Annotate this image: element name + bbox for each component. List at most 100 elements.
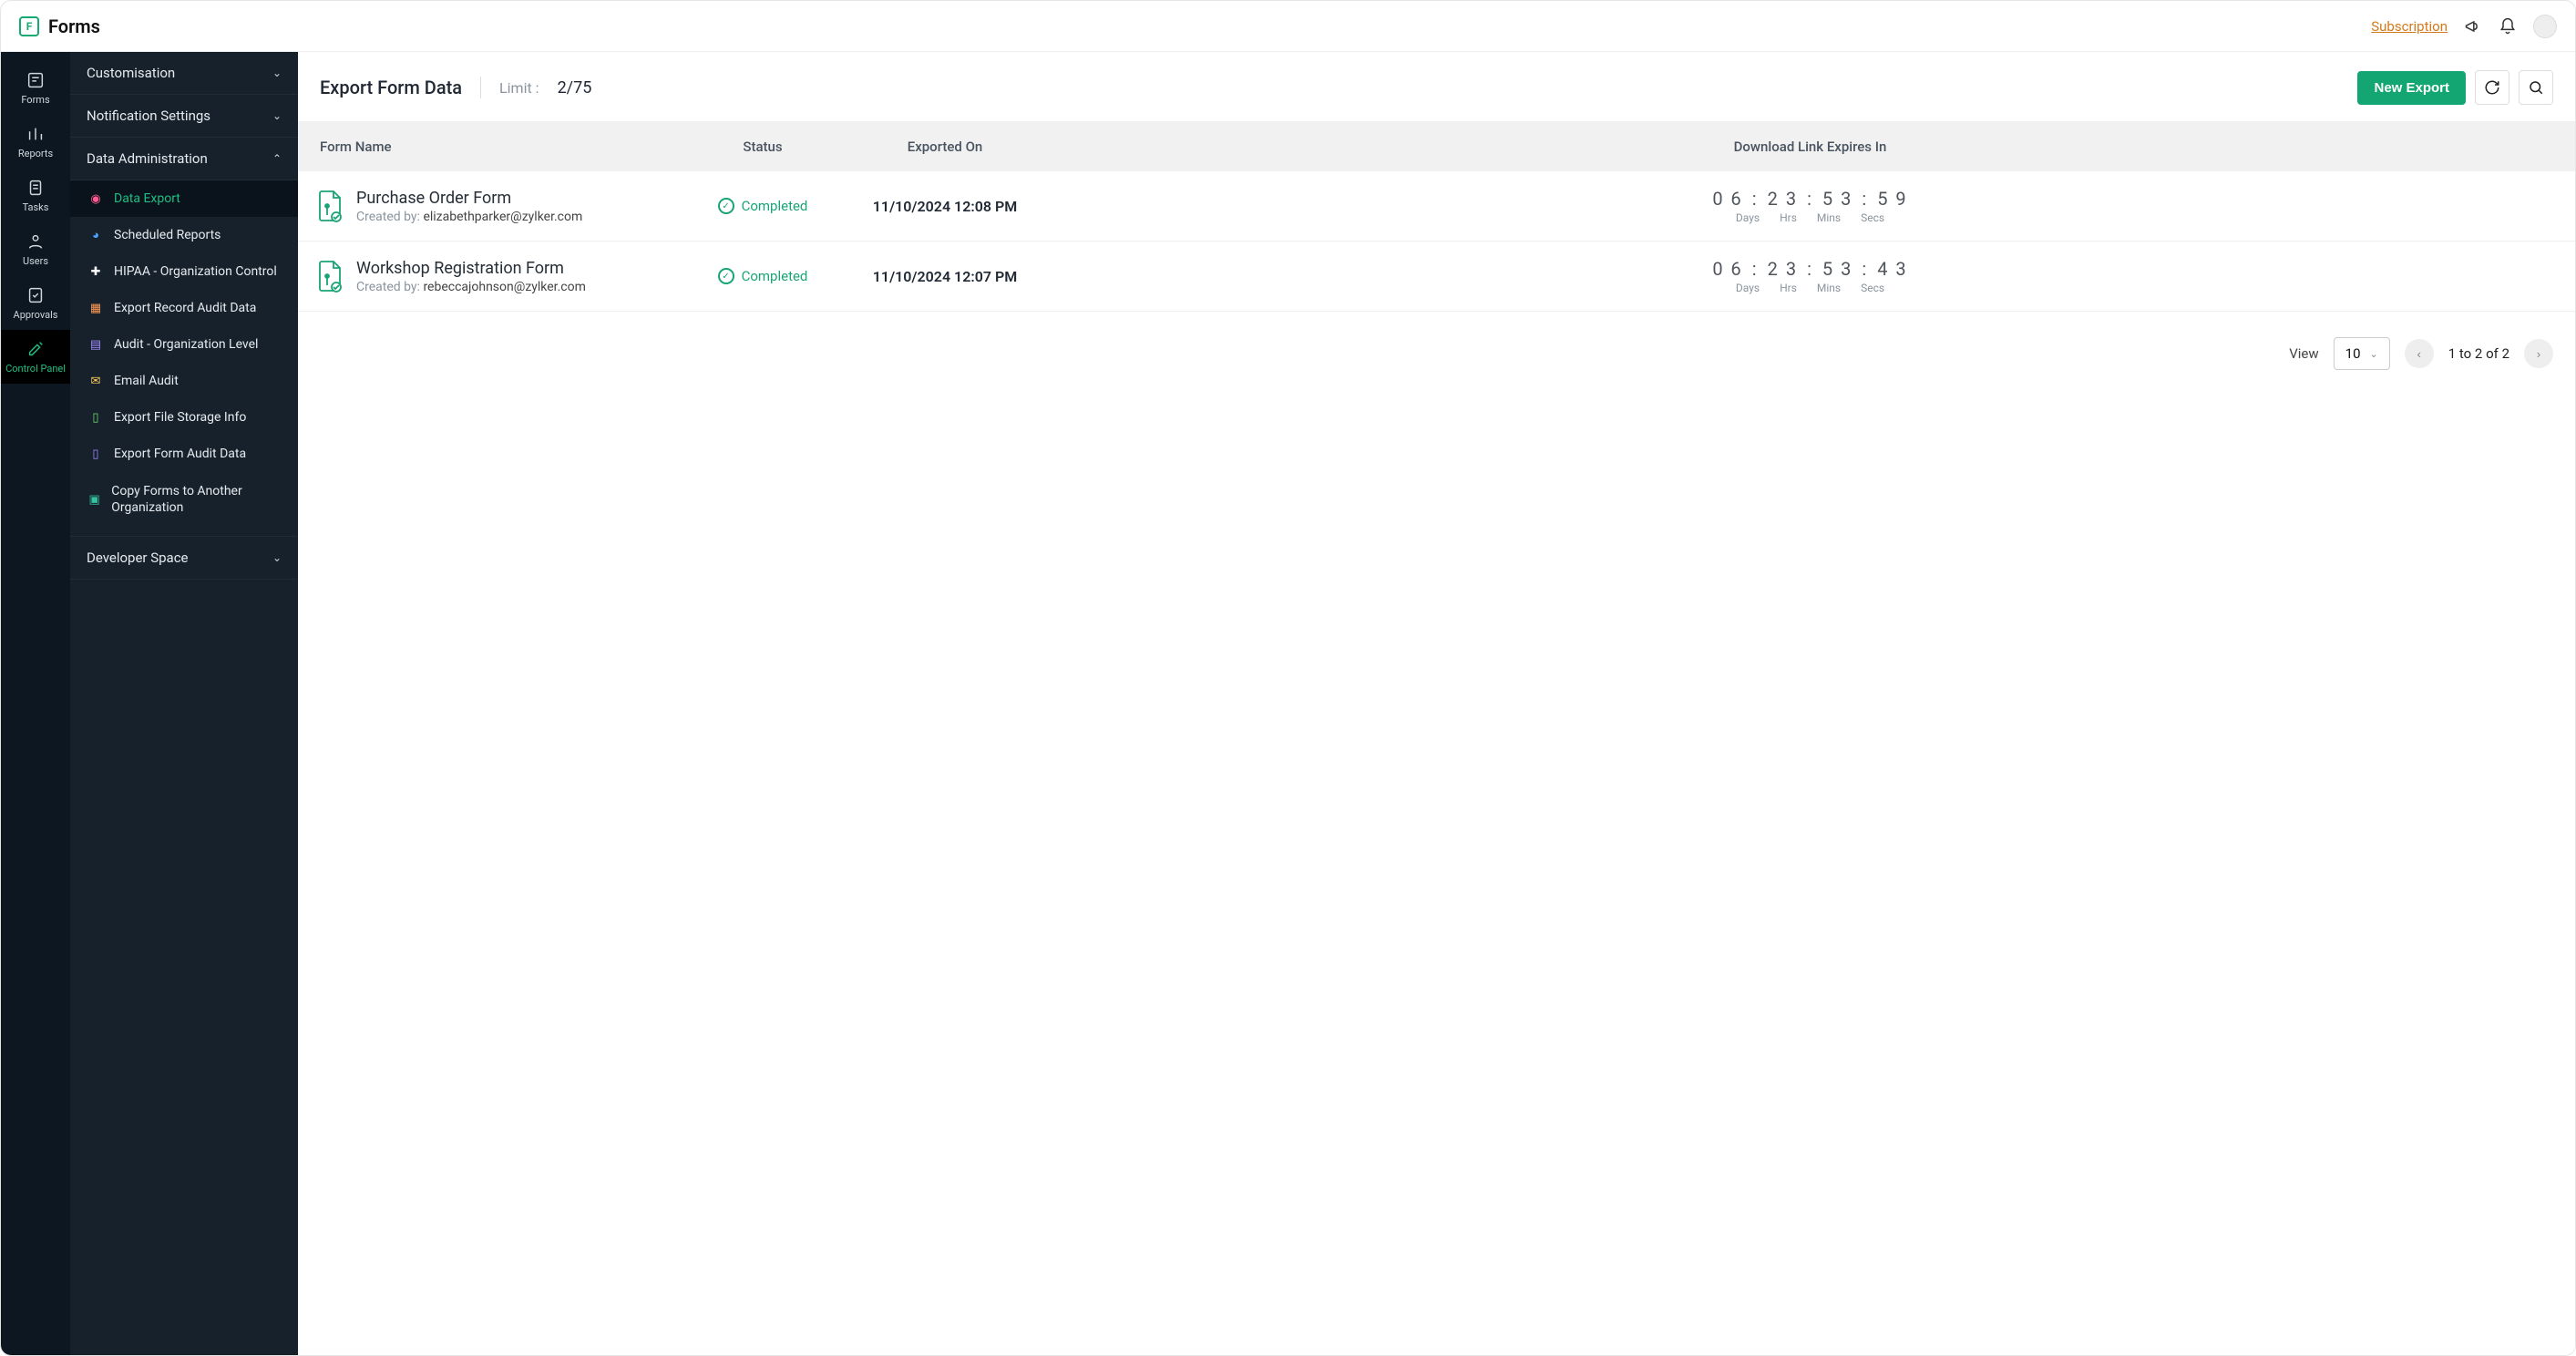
sidebar-group-label: Developer Space (87, 550, 189, 566)
export-file-icon (316, 190, 344, 222)
sidebar-group-notification-settings[interactable]: Notification Settings ⌄ (70, 95, 298, 138)
created-by-label: Created by: (356, 210, 420, 224)
refresh-icon (2484, 79, 2500, 96)
sidebar-item-export-record-audit[interactable]: ▦ Export Record Audit Data (70, 290, 298, 326)
form-name: Purchase Order Form (356, 189, 582, 208)
sidebar-item-scheduled-reports[interactable]: ◕ Scheduled Reports (70, 217, 298, 253)
chevron-up-icon: ⌃ (272, 152, 282, 165)
document-icon: ▯ (88, 447, 103, 461)
sidebar-item-export-form-audit[interactable]: ▯ Export Form Audit Data (70, 436, 298, 472)
search-icon (2528, 79, 2544, 96)
form-name: Workshop Registration Form (356, 259, 586, 278)
chevron-down-icon: ⌄ (272, 67, 282, 79)
shield-icon: ✚ (88, 264, 103, 279)
sidebar-group-developer-space[interactable]: Developer Space ⌄ (70, 536, 298, 580)
control-panel-icon (26, 339, 46, 359)
sidebar-group-label: Customisation (87, 65, 175, 81)
page-title: Export Form Data (320, 77, 462, 98)
column-header-form-name: Form Name (298, 139, 681, 155)
sidebar-item-label: Export File Storage Info (114, 410, 246, 425)
clipboard-icon: ▤ (88, 337, 103, 352)
chevron-right-icon: › (2537, 347, 2540, 361)
countdown-mins: 5 3 (1822, 188, 1852, 210)
rail-label: Tasks (23, 201, 49, 213)
limit-label: Limit : (499, 79, 539, 97)
sidebar-item-data-export[interactable]: ◉ Data Export (70, 180, 298, 217)
sidebar-group-data-administration[interactable]: Data Administration ⌃ (70, 138, 298, 180)
new-export-button[interactable]: New Export (2357, 71, 2466, 105)
page-range: 1 to 2 of 2 (2448, 345, 2509, 362)
countdown: 0 6: 2 3: 5 3: 4 3 Days Hrs Mins Secs (1045, 258, 2575, 294)
countdown-secs: 4 3 (1877, 258, 1907, 280)
notification-bell-icon[interactable] (2499, 17, 2517, 36)
refresh-button[interactable] (2475, 70, 2509, 105)
sidebar-item-copy-forms[interactable]: ▣ Copy Forms to Another Organization (70, 472, 298, 527)
rail-item-control-panel[interactable]: Control Panel (1, 330, 70, 384)
rail-label: Reports (18, 148, 53, 159)
countdown-label-hrs: Hrs (1780, 211, 1797, 224)
search-button[interactable] (2519, 70, 2553, 105)
countdown-label-mins: Mins (1817, 282, 1841, 294)
app-title: Forms (48, 15, 100, 37)
view-label: View (2289, 345, 2318, 362)
rail-label: Users (23, 255, 48, 267)
countdown-hrs: 2 3 (1768, 258, 1798, 280)
tasks-icon (26, 178, 46, 198)
countdown-label-mins: Mins (1817, 211, 1841, 224)
sidebar-item-email-audit[interactable]: ✉ Email Audit (70, 363, 298, 399)
countdown-days: 0 6 (1712, 258, 1742, 280)
status-text: Completed (742, 268, 808, 284)
chevron-left-icon: ‹ (2417, 347, 2421, 361)
mail-icon: ✉ (88, 374, 103, 388)
rail-item-forms[interactable]: Forms (1, 61, 70, 115)
grid-icon: ▦ (88, 301, 103, 315)
countdown-label-days: Days (1736, 282, 1760, 294)
table-row: Workshop Registration Form Created by: r… (298, 241, 2575, 312)
file-icon: ▯ (88, 410, 103, 425)
check-circle-icon: ✓ (718, 198, 734, 214)
status-text: Completed (742, 198, 808, 214)
sidebar-item-audit-org-level[interactable]: ▤ Audit - Organization Level (70, 326, 298, 363)
rail-label: Forms (21, 94, 49, 106)
column-header-expires-in: Download Link Expires In (1045, 139, 2575, 155)
limit-value: 2/75 (558, 78, 592, 98)
countdown: 0 6: 2 3: 5 3: 5 9 Days Hrs Mins Secs (1045, 188, 2575, 224)
sidebar: Customisation ⌄ Notification Settings ⌄ … (70, 52, 298, 1355)
subscription-link[interactable]: Subscription (2371, 18, 2448, 35)
sidebar-item-label: Email Audit (114, 374, 179, 388)
rail-nav: Forms Reports Tasks Users Approvals Cont… (1, 52, 70, 1355)
exported-on: 11/10/2024 12:08 PM (845, 198, 1045, 215)
countdown-secs: 5 9 (1877, 188, 1907, 210)
sidebar-item-label: Export Form Audit Data (114, 447, 246, 461)
exports-table: Form Name Status Exported On Download Li… (298, 122, 2575, 312)
chevron-down-icon: ⌄ (272, 109, 282, 122)
countdown-label-hrs: Hrs (1780, 282, 1797, 294)
sidebar-item-label: Data Export (114, 191, 180, 206)
sidebar-item-label: Audit - Organization Level (114, 337, 258, 352)
rail-item-approvals[interactable]: Approvals (1, 276, 70, 330)
sidebar-item-export-file-storage[interactable]: ▯ Export File Storage Info (70, 399, 298, 436)
rail-item-tasks[interactable]: Tasks (1, 169, 70, 222)
announcement-icon[interactable] (2464, 17, 2482, 36)
approvals-icon (26, 285, 46, 305)
sidebar-item-hipaa[interactable]: ✚ HIPAA - Organization Control (70, 253, 298, 290)
countdown-hrs: 2 3 (1768, 188, 1798, 210)
user-avatar[interactable] (2533, 15, 2557, 38)
page-size-value: 10 (2345, 345, 2361, 362)
sidebar-group-label: Data Administration (87, 150, 208, 167)
countdown-label-secs: Secs (1861, 282, 1884, 294)
sidebar-group-customisation[interactable]: Customisation ⌄ (70, 52, 298, 95)
next-page-button[interactable]: › (2524, 339, 2553, 368)
table-row: Purchase Order Form Created by: elizabet… (298, 171, 2575, 241)
rail-label: Control Panel (5, 363, 66, 375)
prev-page-button[interactable]: ‹ (2405, 339, 2434, 368)
rail-label: Approvals (14, 309, 58, 321)
rail-item-users[interactable]: Users (1, 222, 70, 276)
database-icon: ◉ (88, 191, 103, 206)
countdown-mins: 5 3 (1822, 258, 1852, 280)
created-by-email: elizabethparker@zylker.com (423, 210, 582, 224)
rail-item-reports[interactable]: Reports (1, 115, 70, 169)
page-size-select[interactable]: 10 ⌄ (2334, 337, 2390, 370)
export-file-icon (316, 260, 344, 293)
divider (480, 77, 481, 98)
